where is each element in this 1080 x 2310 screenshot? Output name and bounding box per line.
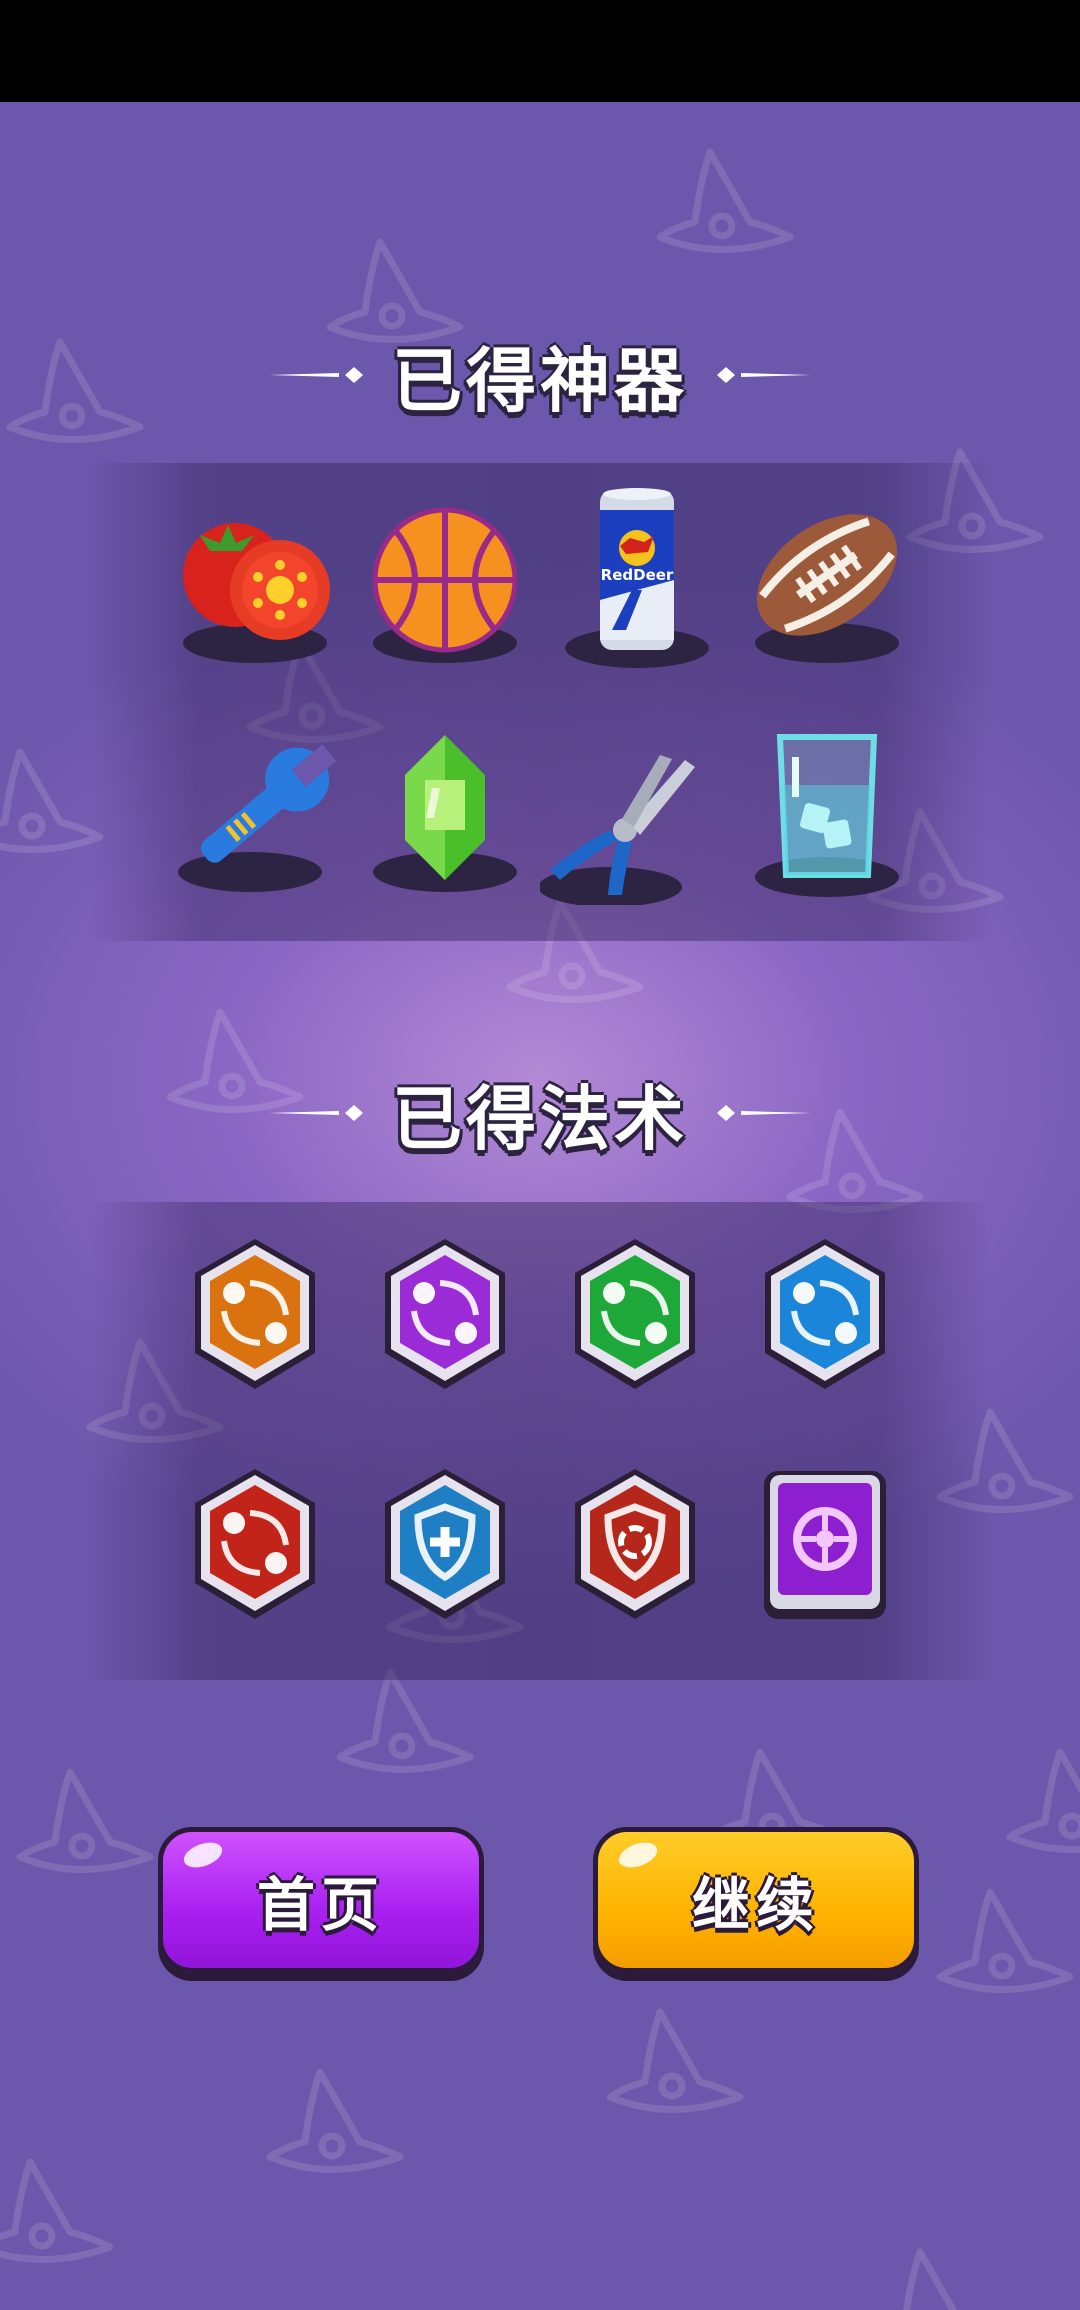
artifact-slot-4[interactable] (742, 495, 912, 665)
home-button-label: 首页 (256, 1871, 385, 1939)
ice-water-glass-icon (755, 734, 899, 897)
spells-title: 已得法术 (0, 1058, 1080, 1168)
shield-refresh-spell-icon (575, 1469, 695, 1619)
left-diamond-divider-icon (269, 367, 363, 383)
artifact-slot-6[interactable] (360, 730, 530, 900)
pliers-icon (540, 755, 695, 905)
orange-swap-spell-icon (195, 1239, 315, 1389)
can-brand-text: RedDeer (601, 566, 674, 584)
artifacts-title: 已得神器 (0, 320, 1080, 430)
right-diamond-divider-icon (717, 367, 811, 383)
green-crystal-icon (373, 735, 517, 892)
spell-slot-3[interactable] (570, 1235, 700, 1395)
spell-slot-4[interactable] (760, 1235, 890, 1395)
artifact-slot-3[interactable]: RedDeer (552, 480, 722, 670)
basketball-icon (372, 507, 518, 663)
spell-slot-2[interactable] (380, 1235, 510, 1395)
continue-button[interactable]: 继续 (593, 1827, 919, 1973)
artifacts-title-text: 已得神器 (392, 339, 688, 422)
status-bar (0, 0, 1080, 102)
energy-drink-can-icon: RedDeer (565, 488, 709, 668)
green-swap-spell-icon (575, 1239, 695, 1389)
spell-slot-5[interactable] (190, 1465, 320, 1625)
left-diamond-divider-icon (269, 1105, 363, 1121)
right-diamond-divider-icon (717, 1105, 811, 1121)
home-button[interactable]: 首页 (158, 1827, 484, 1973)
tomato-icon (183, 523, 330, 663)
artifact-slot-7[interactable] (540, 735, 710, 905)
shield-heal-spell-icon (385, 1469, 505, 1619)
button-shine (180, 1837, 226, 1873)
artifact-slot-5[interactable] (170, 730, 340, 900)
blue-swap-spell-icon (765, 1239, 885, 1389)
turtle-shell-spell-icon (764, 1471, 886, 1619)
button-shine (615, 1837, 661, 1873)
wrench-icon (178, 744, 337, 892)
spell-slot-6[interactable] (380, 1465, 510, 1625)
red-swap-spell-icon (195, 1469, 315, 1619)
artifact-slot-2[interactable] (360, 495, 530, 665)
artifact-slot-8[interactable] (742, 725, 912, 905)
spell-slot-8[interactable] (760, 1465, 890, 1625)
purple-swap-spell-icon (385, 1239, 505, 1389)
spell-slot-7[interactable] (570, 1465, 700, 1625)
spells-title-text: 已得法术 (392, 1077, 688, 1160)
spell-slot-1[interactable] (190, 1235, 320, 1395)
continue-button-label: 继续 (691, 1871, 820, 1939)
american-football-icon (755, 514, 899, 663)
artifact-slot-1[interactable] (170, 495, 340, 665)
